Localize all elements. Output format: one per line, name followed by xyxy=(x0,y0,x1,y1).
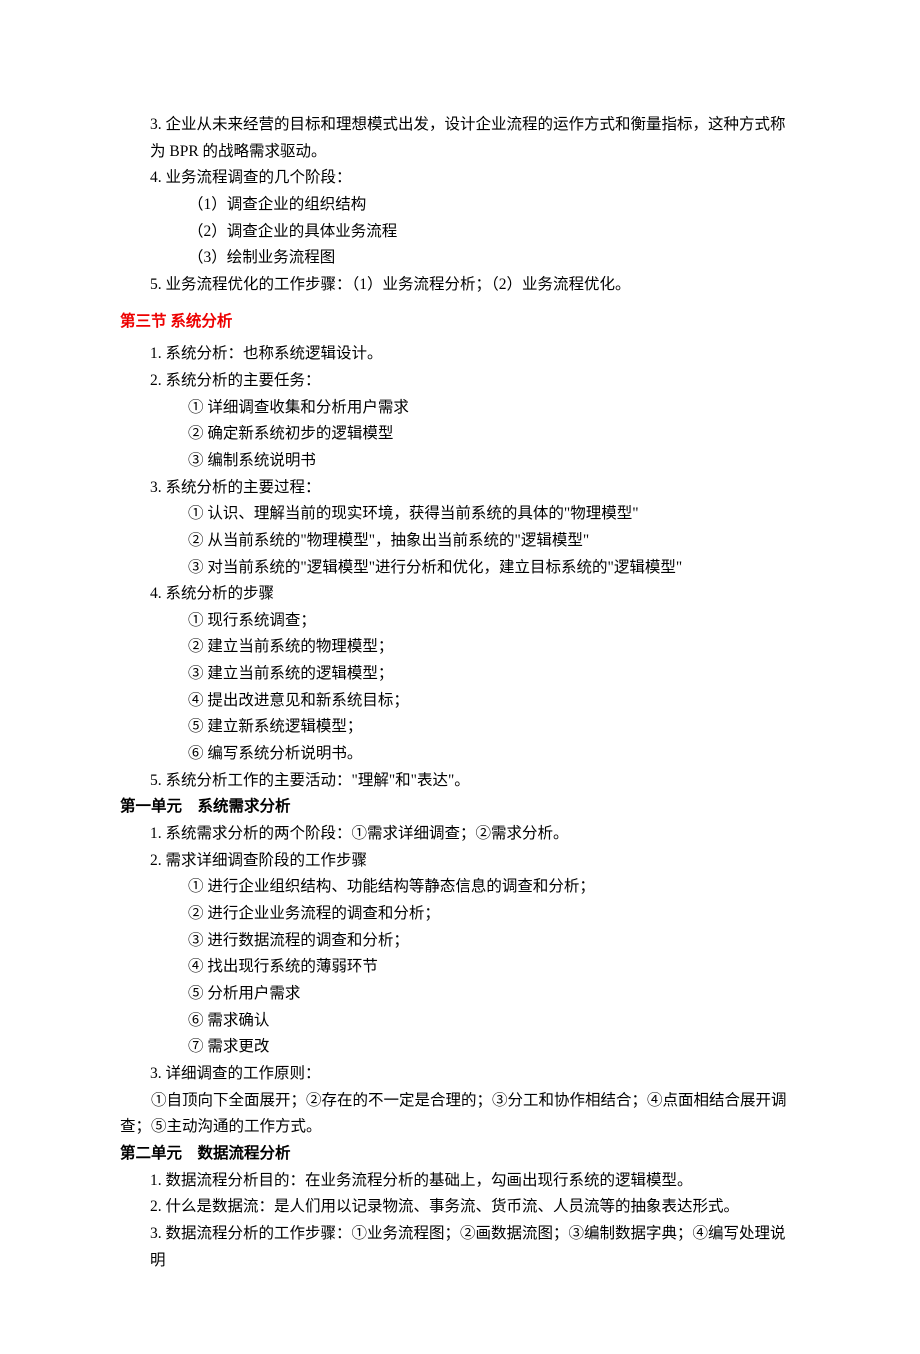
sub-item: ⑤ 分析用户需求 xyxy=(120,981,800,1008)
sub-item: ⑦ 需求更改 xyxy=(120,1034,800,1061)
sub-item: ⑥ 编写系统分析说明书。 xyxy=(120,741,800,768)
item-text: 数据流程分析目的：在业务流程分析的基础上，勾画出现行系统的逻辑模型。 xyxy=(166,1172,693,1189)
unit-title: 第二单元 数据流程分析 xyxy=(120,1141,800,1168)
item-text: 系统分析的步骤 xyxy=(166,585,275,602)
sub-item: （1）调查企业的组织结构 xyxy=(120,192,800,219)
item-text: 系统分析的主要过程： xyxy=(166,479,321,496)
list-item: 3. 企业从未来经营的目标和理想模式出发，设计企业流程的运作方式和衡量指标，这种… xyxy=(120,112,800,165)
sub-item: ② 从当前系统的"物理模型"，抽象出当前系统的"逻辑模型" xyxy=(120,528,800,555)
item-number: 1. xyxy=(150,825,162,842)
sub-item: ① 认识、理解当前的现实环境，获得当前系统的具体的"物理模型" xyxy=(120,501,800,528)
sub-item: ③ 建立当前系统的逻辑模型； xyxy=(120,661,800,688)
sub-item: （3）绘制业务流程图 xyxy=(120,245,800,272)
list-item: 3. 系统分析的主要过程： xyxy=(120,475,800,502)
item-number: 1. xyxy=(150,1172,162,1189)
sub-item: ② 确定新系统初步的逻辑模型 xyxy=(120,421,800,448)
item-number: 2. xyxy=(150,372,162,389)
document-page: 3. 企业从未来经营的目标和理想模式出发，设计企业流程的运作方式和衡量指标，这种… xyxy=(0,0,920,1354)
item-text: 详细调查的工作原则： xyxy=(166,1065,321,1082)
item-number: 3. xyxy=(150,1065,162,1082)
item-text: 企业从未来经营的目标和理想模式出发，设计企业流程的运作方式和衡量指标，这种方式称… xyxy=(150,116,786,160)
item-number: 4. xyxy=(150,585,162,602)
list-item: 3. 数据流程分析的工作步骤：①业务流程图；②画数据流图；③编制数据字典；④编写… xyxy=(120,1221,800,1274)
item-text: 数据流程分析的工作步骤：①业务流程图；②画数据流图；③编制数据字典；④编写处理说… xyxy=(150,1225,786,1269)
sub-item: ③ 对当前系统的"逻辑模型"进行分析和优化，建立目标系统的"逻辑模型" xyxy=(120,555,800,582)
item-text: 业务流程优化的工作步骤：（1）业务流程分析；（2）业务流程优化。 xyxy=(166,276,631,293)
item-text: 什么是数据流：是人们用以记录物流、事务流、货币流、人员流等的抽象表达形式。 xyxy=(166,1198,740,1215)
item-number: 1. xyxy=(150,345,162,362)
list-item: 1. 系统需求分析的两个阶段：①需求详细调查；②需求分析。 xyxy=(120,821,800,848)
item-number: 2. xyxy=(150,1198,162,1215)
item-text: 业务流程调查的几个阶段： xyxy=(166,169,352,186)
sub-item: ② 进行企业业务流程的调查和分析； xyxy=(120,901,800,928)
item-text: 系统需求分析的两个阶段：①需求详细调查；②需求分析。 xyxy=(166,825,569,842)
sub-item: ③ 进行数据流程的调查和分析； xyxy=(120,928,800,955)
sub-item: ② 建立当前系统的物理模型； xyxy=(120,634,800,661)
sub-item: （2）调查企业的具体业务流程 xyxy=(120,219,800,246)
item-text: 系统分析工作的主要活动："理解"和"表达"。 xyxy=(166,772,470,789)
list-item: 5. 系统分析工作的主要活动："理解"和"表达"。 xyxy=(120,768,800,795)
list-item: 4. 业务流程调查的几个阶段： xyxy=(120,165,800,192)
sub-item: ⑥ 需求确认 xyxy=(120,1008,800,1035)
list-item: 5. 业务流程优化的工作步骤：（1）业务流程分析；（2）业务流程优化。 xyxy=(120,272,800,299)
sub-item: ④ 找出现行系统的薄弱环节 xyxy=(120,954,800,981)
sub-item: ④ 提出改进意见和新系统目标； xyxy=(120,688,800,715)
list-item: 1. 系统分析：也称系统逻辑设计。 xyxy=(120,341,800,368)
item-number: 3. xyxy=(150,1225,162,1242)
item-number: 5. xyxy=(150,276,162,293)
sub-item: ① 详细调查收集和分析用户需求 xyxy=(120,395,800,422)
list-item: 3. 详细调查的工作原则： xyxy=(120,1061,800,1088)
item-number: 2. xyxy=(150,852,162,869)
item-text: 系统分析：也称系统逻辑设计。 xyxy=(166,345,383,362)
list-item: 2. 什么是数据流：是人们用以记录物流、事务流、货币流、人员流等的抽象表达形式。 xyxy=(120,1194,800,1221)
paragraph: ①自顶向下全面展开；②存在的不一定是合理的；③分工和协作相结合；④点面相结合展开… xyxy=(120,1088,800,1141)
section-title: 第三节 系统分析 xyxy=(120,309,800,336)
list-item: 4. 系统分析的步骤 xyxy=(120,581,800,608)
sub-item: ③ 编制系统说明书 xyxy=(120,448,800,475)
item-number: 5. xyxy=(150,772,162,789)
list-item: 2. 系统分析的主要任务： xyxy=(120,368,800,395)
item-number: 4. xyxy=(150,169,162,186)
item-number: 3. xyxy=(150,116,162,133)
sub-item: ① 进行企业组织结构、功能结构等静态信息的调查和分析； xyxy=(120,874,800,901)
item-number: 3. xyxy=(150,479,162,496)
item-text: 需求详细调查阶段的工作步骤 xyxy=(166,852,368,869)
sub-item: ① 现行系统调查； xyxy=(120,608,800,635)
item-text: 系统分析的主要任务： xyxy=(166,372,321,389)
list-item: 2. 需求详细调查阶段的工作步骤 xyxy=(120,848,800,875)
unit-title: 第一单元 系统需求分析 xyxy=(120,794,800,821)
list-item: 1. 数据流程分析目的：在业务流程分析的基础上，勾画出现行系统的逻辑模型。 xyxy=(120,1168,800,1195)
sub-item: ⑤ 建立新系统逻辑模型； xyxy=(120,714,800,741)
